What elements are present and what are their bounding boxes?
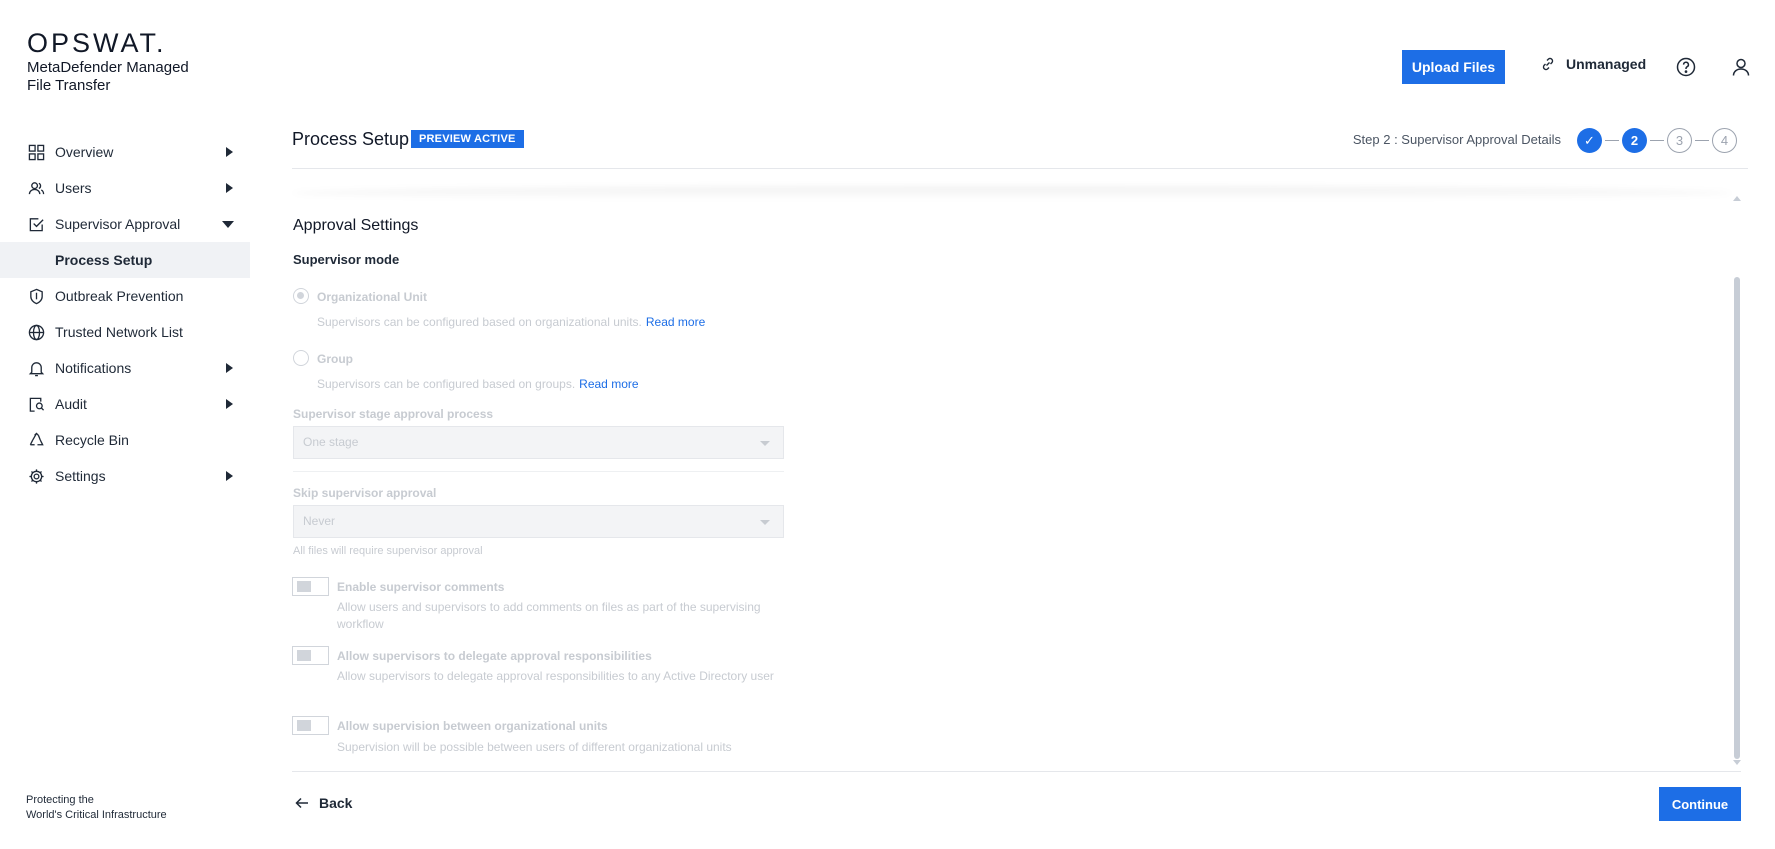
sidebar-item-overview[interactable]: Overview xyxy=(0,134,250,170)
read-more-link[interactable]: Read more xyxy=(579,377,638,391)
read-more-link[interactable]: Read more xyxy=(646,315,705,329)
scroll-shadow xyxy=(292,186,1732,200)
back-button[interactable]: Back xyxy=(295,795,352,811)
chevron-down-icon xyxy=(760,520,770,525)
sidebar-item-process-setup[interactable]: Process Setup xyxy=(0,242,250,278)
sidebar-item-users[interactable]: Users xyxy=(0,170,250,206)
user-icon[interactable] xyxy=(1731,57,1751,77)
sidebar-item-label: Settings xyxy=(55,468,106,484)
toggle-label: Enable supervisor comments xyxy=(337,580,505,594)
step-connector xyxy=(1695,140,1709,141)
chevron-down-icon xyxy=(760,441,770,446)
caret-right-icon xyxy=(226,399,233,409)
sidebar-item-label: Outbreak Prevention xyxy=(55,288,184,304)
supervisor-mode-label: Supervisor mode xyxy=(293,252,400,267)
org-unit-description: Supervisors can be configured based on o… xyxy=(317,315,706,329)
step-label: Step 2 : Supervisor Approval Details xyxy=(1352,132,1561,147)
page-title: Process Setup xyxy=(292,129,410,149)
step-2[interactable]: 2 xyxy=(1622,128,1647,153)
group-radio[interactable] xyxy=(293,350,309,366)
continue-button[interactable]: Continue xyxy=(1659,787,1741,821)
caret-right-icon xyxy=(226,183,233,193)
product-name: MetaDefender Managed File Transfer xyxy=(27,59,189,94)
divider xyxy=(293,471,784,472)
toggle-label: Allow supervisors to delegate approval r… xyxy=(337,649,652,663)
arrow-left-icon xyxy=(295,797,308,809)
unmanaged-label: Unmanaged xyxy=(1566,56,1647,72)
upload-files-button[interactable]: Upload Files xyxy=(1402,50,1505,84)
toggle-label: Allow supervision between organizational… xyxy=(337,719,608,733)
step-1-check-icon[interactable]: ✓ xyxy=(1577,128,1602,153)
org-unit-label: Organizational Unit xyxy=(317,290,428,304)
scroll-down-arrow[interactable] xyxy=(1733,760,1741,765)
checkbox-icon xyxy=(27,215,45,233)
sidebar-item-audit[interactable]: Audit xyxy=(0,386,250,422)
toggle-description: Supervision will be possible between use… xyxy=(337,740,732,754)
unmanaged-link[interactable]: Unmanaged xyxy=(1540,56,1646,72)
users-icon xyxy=(27,179,45,197)
sidebar-nav: Overview Users Supervisor Approval Proce… xyxy=(0,134,250,494)
audit-icon xyxy=(27,395,45,413)
stage-approval-select[interactable]: One stage xyxy=(293,426,784,459)
sidebar-item-label: Trusted Network List xyxy=(55,324,183,340)
toggle-description: Allow supervisors to delegate approval r… xyxy=(337,669,774,683)
gear-icon xyxy=(27,467,45,485)
bell-icon xyxy=(27,359,45,377)
sidebar-item-recycle-bin[interactable]: Recycle Bin xyxy=(0,422,250,458)
sidebar-item-supervisor-approval[interactable]: Supervisor Approval xyxy=(0,206,250,242)
toggle-description: Allow users and supervisors to add comme… xyxy=(337,600,761,631)
skip-approval-select[interactable]: Never xyxy=(293,505,784,538)
step-4: 4 xyxy=(1712,128,1737,153)
step-3: 3 xyxy=(1667,128,1692,153)
section-title: Approval Settings xyxy=(293,217,419,234)
sidebar-item-label: Users xyxy=(55,180,92,196)
tagline: Protecting the World's Critical Infrastr… xyxy=(26,794,167,821)
caret-down-icon xyxy=(222,221,234,228)
delegate-approval-toggle[interactable] xyxy=(292,646,329,665)
sidebar-item-label: Notifications xyxy=(55,360,132,376)
step-connector xyxy=(1650,140,1664,141)
help-icon[interactable] xyxy=(1676,57,1696,77)
divider xyxy=(292,771,1741,772)
sidebar-item-outbreak-prevention[interactable]: Outbreak Prevention xyxy=(0,278,250,314)
group-label: Group xyxy=(317,352,353,366)
preview-active-badge: PREVIEW ACTIVE xyxy=(411,130,524,148)
skip-approval-hint: All files will require supervisor approv… xyxy=(293,545,483,557)
caret-right-icon xyxy=(226,147,233,157)
skip-approval-label: Skip supervisor approval xyxy=(293,486,437,500)
stepper: ✓ 2 3 4 xyxy=(1577,128,1737,153)
scrollbar-thumb[interactable] xyxy=(1734,277,1740,759)
sidebar-item-notifications[interactable]: Notifications xyxy=(0,350,250,386)
opswat-logo: OPSWAT. xyxy=(27,28,167,58)
caret-right-icon xyxy=(226,363,233,373)
group-description: Supervisors can be configured based on g… xyxy=(317,377,639,391)
sidebar-item-settings[interactable]: Settings xyxy=(0,458,250,494)
scroll-up-arrow[interactable] xyxy=(1733,196,1741,201)
sidebar-item-label: Recycle Bin xyxy=(55,432,129,448)
sidebar-item-label: Overview xyxy=(55,144,114,160)
cross-unit-supervision-toggle[interactable] xyxy=(292,716,329,735)
sidebar-item-label: Supervisor Approval xyxy=(55,216,181,232)
org-unit-radio[interactable] xyxy=(293,288,309,304)
shield-icon xyxy=(27,287,45,305)
step-connector xyxy=(1605,140,1619,141)
recycle-icon xyxy=(27,431,45,449)
sidebar-item-label: Process Setup xyxy=(55,252,153,268)
caret-right-icon xyxy=(226,471,233,481)
sidebar: OPSWAT. MetaDefender Managed File Transf… xyxy=(0,0,250,849)
supervisor-comments-toggle[interactable] xyxy=(292,577,329,596)
back-label: Back xyxy=(319,795,353,811)
sidebar-item-label: Audit xyxy=(55,396,87,412)
stage-approval-label: Supervisor stage approval process xyxy=(293,407,494,421)
grid-icon xyxy=(27,143,45,161)
sidebar-item-trusted-network-list[interactable]: Trusted Network List xyxy=(0,314,250,350)
divider xyxy=(292,168,1748,169)
globe-icon xyxy=(27,323,45,341)
link-icon xyxy=(1542,57,1554,71)
